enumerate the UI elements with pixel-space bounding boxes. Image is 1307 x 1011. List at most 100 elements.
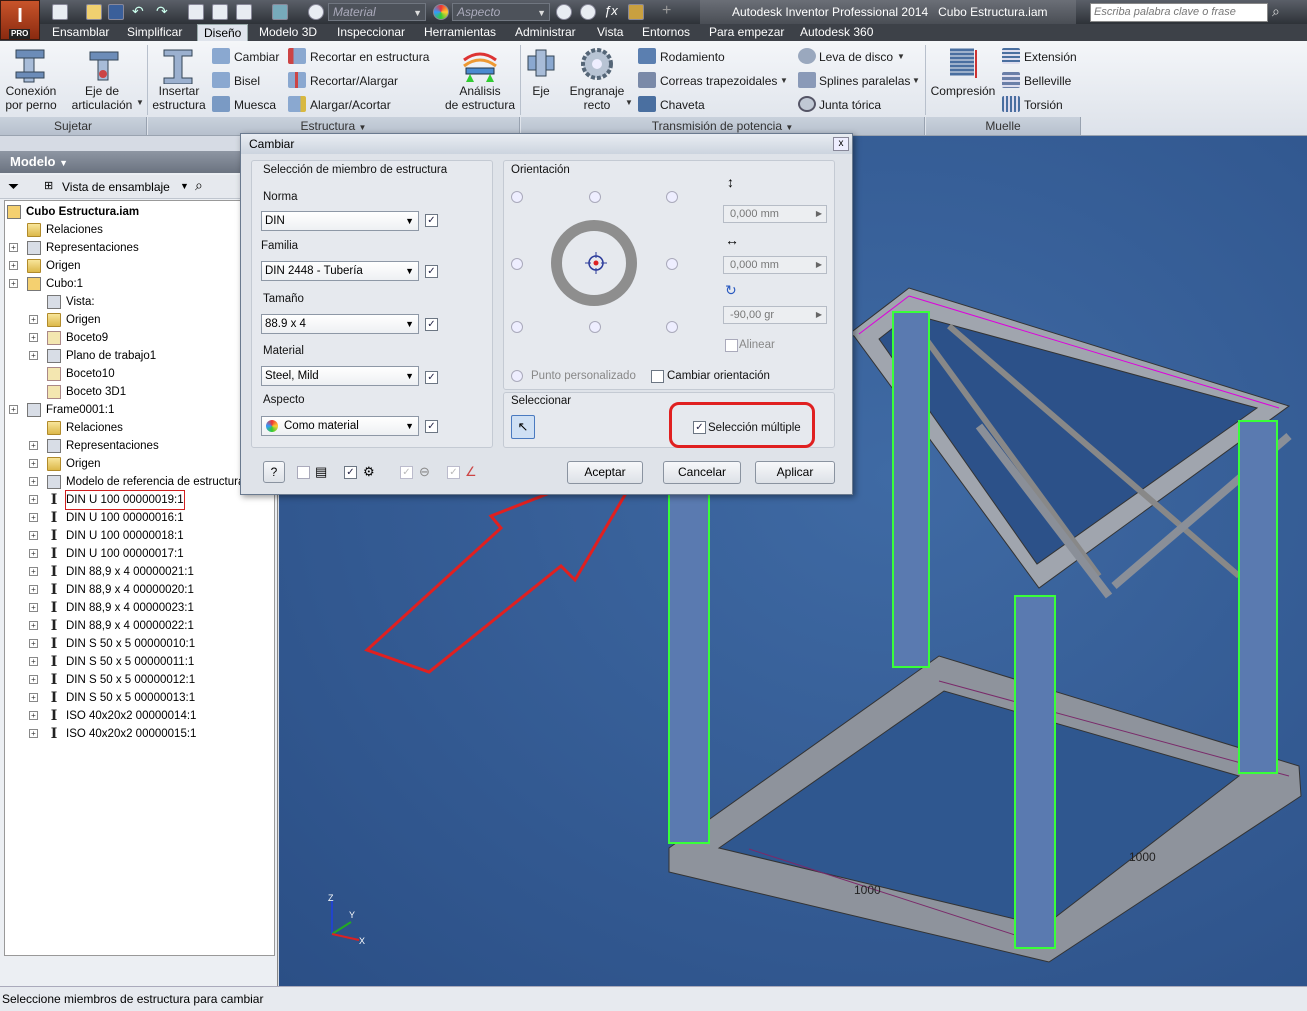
tree-item[interactable]: + Origen (5, 257, 273, 275)
expand-icon[interactable]: + (29, 351, 38, 360)
anchor-radio-br[interactable] (666, 321, 678, 333)
chevron-down-icon[interactable]: ▼ (136, 98, 144, 107)
application-menu-button[interactable]: I PRO (0, 0, 40, 40)
tree-item[interactable]: Relaciones (5, 221, 273, 239)
tree-item[interactable]: + Representaciones (5, 437, 273, 455)
chevron-down-icon[interactable]: ▼ (59, 158, 68, 168)
eje-button[interactable]: Eje (524, 84, 558, 98)
tree-item[interactable]: Vista: (5, 293, 273, 311)
familia-checkbox[interactable]: ✓ (425, 265, 438, 278)
chevron-down-icon[interactable]: ▼ (625, 98, 633, 107)
vertical-tube-front-left[interactable] (668, 490, 710, 844)
crosshair-icon[interactable] (585, 252, 607, 274)
junta-torica-button[interactable]: Junta tórica (819, 98, 881, 112)
tree-item[interactable]: + I DIN 88,9 x 4 00000022:1 (5, 617, 273, 635)
binoculars-icon[interactable]: ⌕ (1272, 3, 1294, 22)
dialog-title[interactable]: Cambiar (241, 134, 852, 154)
expand-icon[interactable]: + (29, 711, 38, 720)
anchor-radio-bc[interactable] (589, 321, 601, 333)
vertical-tube-back-right[interactable] (1238, 420, 1278, 774)
multi-select-checkbox[interactable]: ✓ (693, 421, 706, 434)
select-cursor-button[interactable]: ↖ (511, 415, 535, 439)
apply-button[interactable]: Aplicar (755, 461, 835, 484)
assembly-view-selector[interactable]: Vista de ensamblaje (62, 180, 170, 194)
tree-item[interactable]: Cubo Estructura.iam (5, 203, 273, 221)
recortar-alargar-button[interactable]: Recortar/Alargar (310, 74, 398, 88)
tree-item[interactable]: + I DIN U 100 00000016:1 (5, 509, 273, 527)
tree-item[interactable]: + I DIN S 50 x 5 00000013:1 (5, 689, 273, 707)
open-icon[interactable] (86, 4, 102, 20)
tool-icon[interactable]: ⚙ (363, 464, 375, 480)
clear-icon[interactable] (580, 4, 596, 20)
expand-icon[interactable]: + (29, 495, 38, 504)
norma-select[interactable]: DIN ▼ (261, 211, 419, 231)
chevron-down-icon[interactable]: ▼ (780, 76, 788, 85)
vertical-offset-input[interactable]: 0,000 mm ▶ (723, 205, 827, 223)
chevron-down-icon[interactable]: ▼ (912, 76, 920, 85)
familia-select[interactable]: DIN 2448 - Tubería ▼ (261, 261, 419, 281)
tab-para-empezar[interactable]: Para empezar (703, 24, 790, 41)
measure-icon[interactable] (236, 4, 252, 20)
recortar-en-estructura-button[interactable]: Recortar en estructura (310, 50, 429, 64)
tape-icon[interactable] (628, 4, 644, 20)
rotation-input[interactable]: -90,00 gr ▶ (723, 306, 827, 324)
torsion-button[interactable]: Torsión (1024, 98, 1063, 112)
help-button[interactable]: ? (263, 461, 285, 483)
tree-item[interactable]: + I DIN S 50 x 5 00000012:1 (5, 671, 273, 689)
expand-icon[interactable]: + (9, 261, 18, 270)
custom-point-radio[interactable] (511, 370, 523, 382)
browser-header[interactable]: Modelo ▼ (0, 151, 278, 173)
bisel-button[interactable]: Bisel (234, 74, 260, 88)
expand-icon[interactable]: + (29, 639, 38, 648)
expand-icon[interactable]: + (29, 549, 38, 558)
expand-icon[interactable]: + (29, 603, 38, 612)
anchor-radio-tc[interactable] (589, 191, 601, 203)
expand-icon[interactable]: + (9, 405, 18, 414)
tab-modelo-3d[interactable]: Modelo 3D (253, 24, 323, 41)
tree-item[interactable]: + I DIN 88,9 x 4 00000023:1 (5, 599, 273, 617)
tab-administrar[interactable]: Administrar (509, 24, 582, 41)
tree-item[interactable]: + I DIN U 100 00000018:1 (5, 527, 273, 545)
aspecto-checkbox[interactable]: ✓ (425, 420, 438, 433)
leva-disco-button[interactable]: Leva de disco (819, 50, 893, 64)
tree-item[interactable]: + Plano de trabajo1 (5, 347, 273, 365)
anchor-radio-tr[interactable] (666, 191, 678, 203)
chevron-down-icon[interactable]: ▼ (897, 52, 905, 61)
tamano-checkbox[interactable]: ✓ (425, 318, 438, 331)
tab-herramientas[interactable]: Herramientas (418, 24, 502, 41)
tree-item[interactable]: Boceto 3D1 (5, 383, 273, 401)
tree-item[interactable]: + Boceto9 (5, 329, 273, 347)
anchor-radio-mr[interactable] (666, 258, 678, 270)
save-icon[interactable] (108, 4, 124, 20)
print-icon[interactable] (188, 4, 204, 20)
color-icon[interactable] (308, 4, 324, 20)
angle-icon[interactable]: ∠ (465, 464, 477, 480)
tree-item[interactable]: + Origen (5, 311, 273, 329)
update-icon[interactable] (212, 4, 228, 20)
redo-icon[interactable]: ↷ (156, 4, 172, 20)
expand-icon[interactable]: + (29, 567, 38, 576)
muesca-button[interactable]: Muesca (234, 98, 276, 112)
tree-item[interactable]: + I ISO 40x20x2 00000015:1 (5, 725, 273, 743)
expand-icon[interactable]: + (29, 585, 38, 594)
correas-trapezoidales-button[interactable]: Correas trapezoidales (660, 74, 777, 88)
help-search-input[interactable]: Escriba palabra clave o frase (1090, 3, 1268, 22)
appearance-icon[interactable] (433, 4, 449, 20)
expand-icon[interactable]: + (29, 513, 38, 522)
tree-item[interactable]: + Modelo de referencia de estructura (5, 473, 273, 491)
insertar-estructura-button[interactable]: Insertar estructura (150, 84, 208, 112)
expand-icon[interactable]: + (29, 333, 38, 342)
cancel-button[interactable]: Cancelar (663, 461, 741, 484)
aspecto-select[interactable]: Como material ▼ (261, 416, 419, 436)
tree-item[interactable]: + I DIN S 50 x 5 00000010:1 (5, 635, 273, 653)
option-checkbox-1[interactable] (297, 466, 310, 479)
properties-icon[interactable]: ▤ (315, 464, 327, 480)
tree-item[interactable]: + I DIN 88,9 x 4 00000021:1 (5, 563, 273, 581)
expand-icon[interactable]: + (29, 675, 38, 684)
expand-icon[interactable]: + (29, 621, 38, 630)
option-checkbox-2[interactable]: ✓ (344, 466, 357, 479)
change-orientation-checkbox[interactable] (651, 370, 664, 383)
expand-icon[interactable]: + (9, 279, 18, 288)
aspect-combo[interactable]: Aspecto ▼ (452, 3, 550, 21)
expand-icon[interactable]: + (29, 531, 38, 540)
